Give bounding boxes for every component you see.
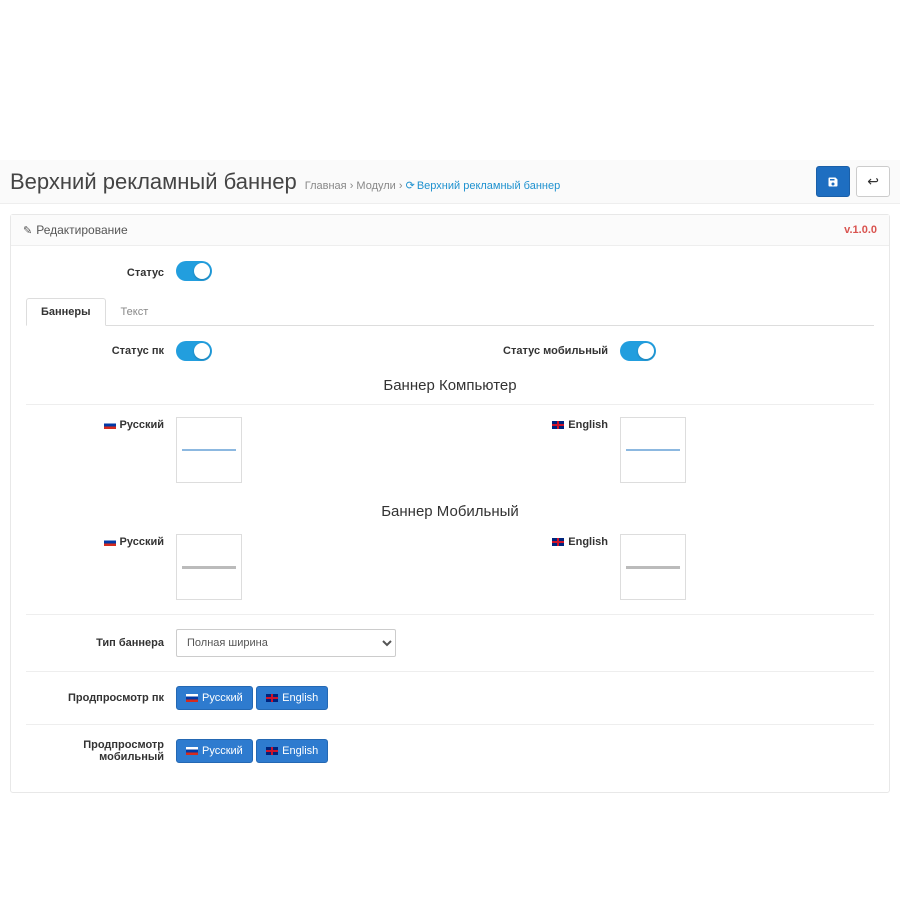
section-title-mobile: Баннер Мобильный — [26, 497, 874, 530]
image-upload-ru-pc[interactable] — [176, 417, 242, 483]
save-icon — [827, 176, 839, 188]
status-toggle[interactable] — [176, 261, 212, 281]
image-upload-en-mobile[interactable] — [620, 534, 686, 600]
save-button[interactable] — [816, 166, 850, 197]
preview-pc-en-button[interactable]: English — [256, 686, 328, 710]
reload-icon: ⟳ — [406, 180, 415, 192]
page-header: Верхний рекламный баннер Главная › Модул… — [0, 160, 900, 204]
status-mobile-label: Статус мобильный — [450, 345, 620, 357]
banner-type-label: Тип баннера — [26, 637, 176, 649]
status-label: Статус — [26, 267, 176, 279]
status-pc-toggle[interactable] — [176, 341, 212, 361]
preview-pc-ru-button[interactable]: Русский — [176, 686, 253, 710]
lang-label-en-pc: English — [450, 417, 620, 431]
banner-type-select[interactable]: Полная ширина — [176, 629, 396, 657]
version-label: v.1.0.0 — [844, 224, 877, 236]
preview-pc-label: Продпросмотр пк — [26, 692, 176, 704]
preview-mobile-ru-button[interactable]: Русский — [176, 739, 253, 763]
preview-mobile-label: Продпросмотр мобильный — [26, 739, 176, 763]
image-upload-ru-mobile[interactable] — [176, 534, 242, 600]
back-icon — [867, 173, 879, 190]
lang-label-ru-mobile: Русский — [26, 534, 176, 548]
flag-ru-icon — [104, 421, 116, 429]
tab-banners[interactable]: Баннеры — [26, 298, 106, 326]
flag-en-icon — [552, 421, 564, 429]
tab-text[interactable]: Текст — [106, 298, 164, 326]
flag-ru-icon — [186, 747, 198, 755]
lang-label-en-mobile: English — [450, 534, 620, 548]
back-button[interactable] — [856, 166, 890, 197]
flag-en-icon — [266, 747, 278, 755]
status-mobile-toggle[interactable] — [620, 341, 656, 361]
page-title: Верхний рекламный баннер — [10, 169, 297, 195]
breadcrumb-current[interactable]: Верхний рекламный баннер — [417, 180, 560, 192]
preview-mobile-en-button[interactable]: English — [256, 739, 328, 763]
tabs: Баннеры Текст — [26, 298, 874, 326]
breadcrumb: Главная › Модули › ⟳Верхний рекламный ба… — [305, 179, 560, 192]
edit-panel: Редактирование v.1.0.0 Статус Баннеры Те… — [10, 214, 890, 793]
flag-en-icon — [266, 694, 278, 702]
section-title-pc: Баннер Компьютер — [26, 371, 874, 405]
pencil-icon — [23, 223, 36, 237]
image-upload-en-pc[interactable] — [620, 417, 686, 483]
lang-label-ru-pc: Русский — [26, 417, 176, 431]
flag-en-icon — [552, 538, 564, 546]
breadcrumb-home[interactable]: Главная — [305, 180, 347, 192]
panel-title: Редактирование — [23, 223, 128, 237]
status-pc-label: Статус пк — [26, 345, 176, 357]
flag-ru-icon — [186, 694, 198, 702]
breadcrumb-modules[interactable]: Модули — [356, 180, 395, 192]
flag-ru-icon — [104, 538, 116, 546]
